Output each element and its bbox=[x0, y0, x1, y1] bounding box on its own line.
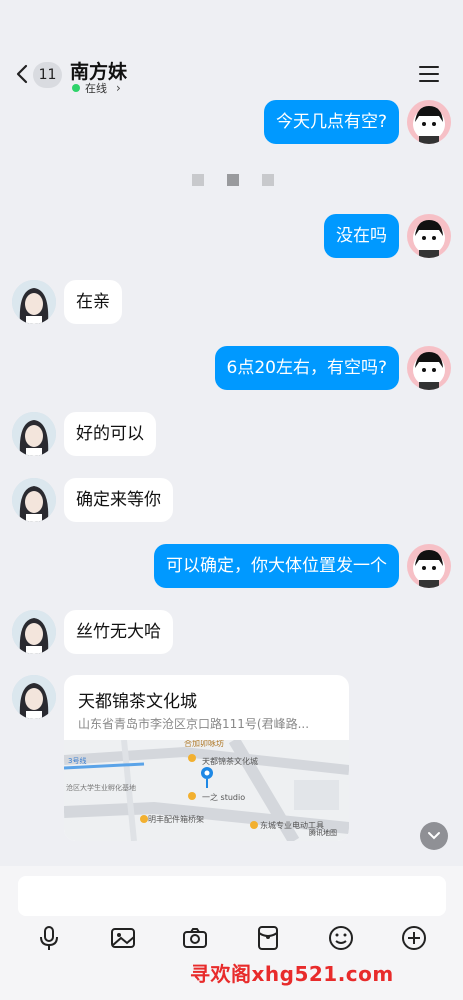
watermark: 寻欢阁xhg521.com bbox=[190, 962, 394, 986]
message-bubble[interactable]: 在亲 bbox=[64, 280, 122, 324]
poi-icon bbox=[250, 821, 258, 829]
map-label: 一之 studio bbox=[202, 792, 245, 802]
map-label-line: 3号线 bbox=[68, 756, 86, 765]
online-dot-icon bbox=[72, 84, 80, 92]
map-label: 天都锦茶文化城 bbox=[202, 756, 258, 766]
message-bubble[interactable]: 今天几点有空? bbox=[263, 100, 399, 144]
message-bubble[interactable]: 丝竹无大哈 bbox=[64, 610, 173, 654]
my-avatar[interactable] bbox=[407, 544, 451, 588]
message-bubble[interactable]: 好的可以 bbox=[64, 412, 156, 456]
map-label: 明丰配件箱桥架 bbox=[148, 814, 204, 824]
map-attribution: 腾讯地图 bbox=[309, 828, 337, 837]
chevron-down-icon bbox=[428, 832, 440, 840]
my-avatar[interactable] bbox=[407, 214, 451, 258]
red-packet-icon[interactable] bbox=[254, 924, 282, 952]
menu-icon[interactable] bbox=[419, 66, 439, 82]
plus-icon[interactable] bbox=[400, 924, 428, 952]
message-bubble[interactable]: 可以确定，你大体位置发一个 bbox=[154, 544, 399, 588]
contact-avatar[interactable] bbox=[12, 610, 56, 654]
chat-header: 11 南方妹 在线 › bbox=[0, 40, 463, 98]
my-avatar[interactable] bbox=[407, 100, 451, 144]
poi-icon bbox=[140, 815, 148, 823]
back-icon[interactable] bbox=[14, 64, 30, 84]
location-map[interactable]: 3号线 合加卯咏坊 天都锦茶文化城 一之 studio 明丰配件箱桥架 东城专业… bbox=[64, 740, 349, 841]
message-input[interactable] bbox=[18, 876, 446, 916]
location-address: 山东省青岛市李沧区京口路111号(君峰路... bbox=[78, 717, 310, 731]
message-bubble[interactable]: 没在吗 bbox=[324, 214, 399, 258]
poi-icon bbox=[188, 754, 196, 762]
contact-avatar[interactable] bbox=[12, 280, 56, 324]
location-title: 天都锦茶文化城 bbox=[78, 692, 197, 712]
online-status[interactable]: 在线 › bbox=[72, 80, 121, 96]
scroll-down-button[interactable] bbox=[420, 822, 448, 850]
chevron-right-icon: › bbox=[116, 81, 121, 95]
typing-indicator bbox=[192, 174, 274, 186]
map-label: 合加卯咏坊 bbox=[184, 740, 224, 748]
my-avatar[interactable] bbox=[407, 346, 451, 390]
camera-icon[interactable] bbox=[181, 924, 209, 952]
message-bubble[interactable]: 6点20左右，有空吗? bbox=[214, 346, 399, 390]
message-bubble[interactable]: 确定来等你 bbox=[64, 478, 173, 522]
unread-badge[interactable]: 11 bbox=[33, 62, 62, 88]
location-card[interactable]: 天都锦茶文化城 山东省青岛市李沧区京口路111号(君峰路... 3号线 合加卯咏… bbox=[64, 675, 349, 841]
contact-avatar[interactable] bbox=[12, 675, 56, 719]
toolbar bbox=[0, 924, 463, 954]
contact-avatar[interactable] bbox=[12, 478, 56, 522]
emoji-icon[interactable] bbox=[327, 924, 355, 952]
contact-avatar[interactable] bbox=[12, 412, 56, 456]
microphone-icon[interactable] bbox=[35, 924, 63, 952]
status-text: 在线 bbox=[85, 82, 107, 95]
image-icon[interactable] bbox=[109, 924, 137, 952]
poi-icon bbox=[188, 792, 196, 800]
map-label: 沧区大学生业孵化基地 bbox=[66, 783, 136, 792]
